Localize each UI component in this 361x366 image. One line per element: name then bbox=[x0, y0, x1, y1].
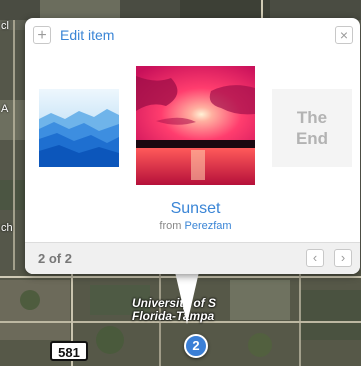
end-card[interactable]: The End bbox=[272, 89, 352, 167]
chevron-right-icon[interactable]: › bbox=[334, 249, 352, 267]
close-icon[interactable]: × bbox=[335, 26, 353, 44]
map-edge-label: A bbox=[1, 103, 9, 115]
popup-header: + Edit item × bbox=[25, 18, 360, 52]
source-author-link[interactable]: Perezfam bbox=[184, 220, 231, 232]
source-prefix: from bbox=[159, 220, 182, 232]
popup-pointer bbox=[175, 272, 199, 324]
item-popup: + Edit item × The End Sunset from Perezf… bbox=[25, 18, 360, 274]
route-shield: 581 bbox=[50, 341, 88, 361]
edit-item-link[interactable]: Edit item bbox=[60, 27, 114, 43]
add-icon[interactable]: + bbox=[33, 26, 51, 44]
item-source: from Perezfam bbox=[136, 220, 255, 232]
page-indicator: 2 of 2 bbox=[38, 251, 72, 266]
item-title[interactable]: Sunset bbox=[136, 200, 255, 218]
map-edge-label: cl bbox=[1, 20, 9, 32]
cluster-marker[interactable]: 2 bbox=[184, 334, 208, 358]
end-card-text: The End bbox=[295, 108, 329, 148]
previous-item-thumbnail[interactable] bbox=[39, 89, 119, 167]
current-item-image[interactable] bbox=[136, 66, 255, 185]
popup-footer: 2 of 2 ‹ › bbox=[25, 242, 360, 274]
chevron-left-icon[interactable]: ‹ bbox=[306, 249, 324, 267]
map-edge-label: ch bbox=[1, 222, 13, 234]
